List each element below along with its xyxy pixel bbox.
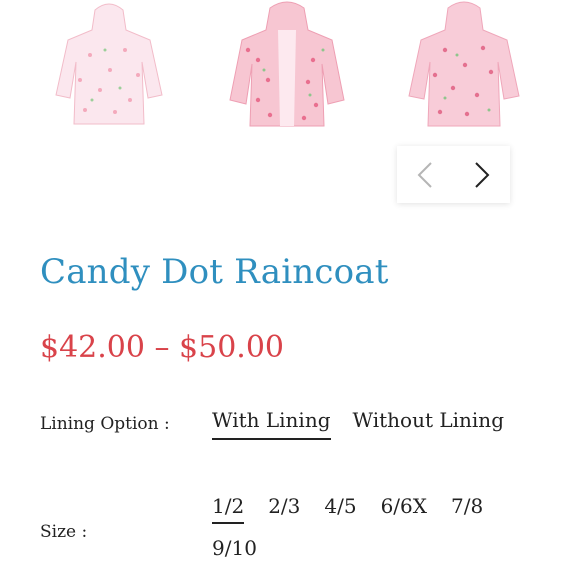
gallery-prev-button[interactable] (405, 155, 445, 195)
gallery-next-button[interactable] (462, 155, 502, 195)
lining-without-lining-option[interactable]: Without Lining (353, 408, 504, 440)
gallery-image-3[interactable] (405, 0, 523, 130)
size-option-6-6x[interactable]: 6/6X (381, 494, 427, 524)
size-option-4-5[interactable]: 4/5 (324, 494, 356, 524)
product-gallery (0, 0, 580, 140)
gallery-image-1[interactable] (50, 0, 168, 130)
price-range: $42.00 – $50.00 (40, 330, 285, 365)
size-options: 1/2 2/3 4/5 6/6X 7/8 9/10 (212, 494, 552, 564)
lining-option-label: Lining Option : (40, 414, 170, 434)
gallery-image-2[interactable] (228, 0, 346, 130)
size-option-2-3[interactable]: 2/3 (268, 494, 300, 524)
size-option-9-10[interactable]: 9/10 (212, 536, 257, 564)
chevron-left-icon (417, 161, 432, 188)
size-option-7-8[interactable]: 7/8 (451, 494, 483, 524)
size-option-1-2[interactable]: 1/2 (212, 494, 245, 524)
chevron-right-icon (475, 161, 490, 188)
size-label: Size : (40, 522, 88, 542)
product-title: Candy Dot Raincoat (40, 252, 389, 292)
lining-options: With Lining Without Lining (212, 408, 504, 440)
gallery-nav (397, 146, 510, 203)
lining-with-lining-option[interactable]: With Lining (212, 408, 331, 440)
